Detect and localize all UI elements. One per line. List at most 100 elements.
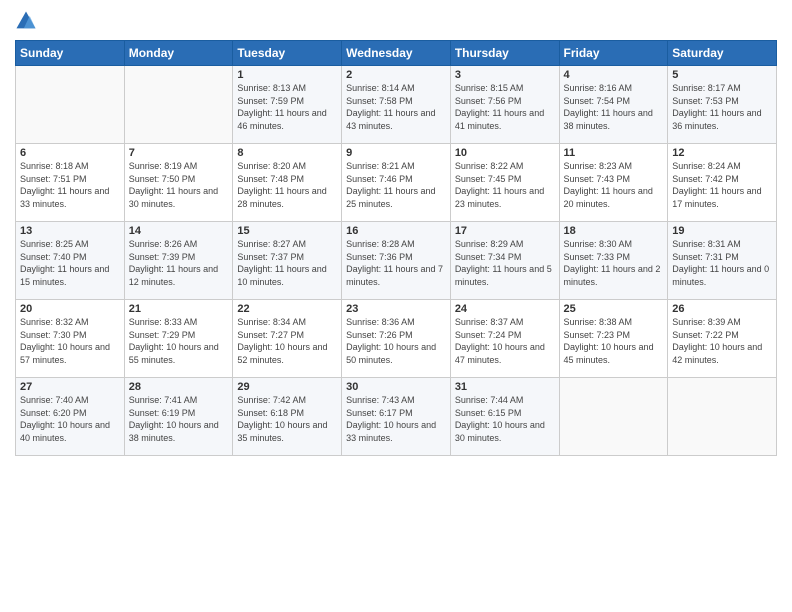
day-number: 29 [237,381,337,393]
day-info: Sunrise: 8:26 AM Sunset: 7:39 PM Dayligh… [129,238,229,288]
day-number: 23 [346,303,446,315]
day-info: Sunrise: 8:30 AM Sunset: 7:33 PM Dayligh… [564,238,664,288]
day-cell: 5Sunrise: 8:17 AM Sunset: 7:53 PM Daylig… [668,66,777,144]
logo-icon [15,10,37,32]
day-number: 2 [346,69,446,81]
day-number: 4 [564,69,664,81]
day-number: 27 [20,381,120,393]
day-cell: 3Sunrise: 8:15 AM Sunset: 7:56 PM Daylig… [450,66,559,144]
day-cell: 22Sunrise: 8:34 AM Sunset: 7:27 PM Dayli… [233,300,342,378]
week-row-1: 1Sunrise: 8:13 AM Sunset: 7:59 PM Daylig… [16,66,777,144]
day-info: Sunrise: 8:14 AM Sunset: 7:58 PM Dayligh… [346,82,446,132]
week-row-5: 27Sunrise: 7:40 AM Sunset: 6:20 PM Dayli… [16,378,777,456]
day-info: Sunrise: 7:40 AM Sunset: 6:20 PM Dayligh… [20,394,120,444]
day-number: 20 [20,303,120,315]
header-row: SundayMondayTuesdayWednesdayThursdayFrid… [16,41,777,66]
day-number: 8 [237,147,337,159]
day-cell: 6Sunrise: 8:18 AM Sunset: 7:51 PM Daylig… [16,144,125,222]
day-info: Sunrise: 8:29 AM Sunset: 7:34 PM Dayligh… [455,238,555,288]
day-info: Sunrise: 8:22 AM Sunset: 7:45 PM Dayligh… [455,160,555,210]
header-cell-friday: Friday [559,41,668,66]
day-number: 5 [672,69,772,81]
week-row-3: 13Sunrise: 8:25 AM Sunset: 7:40 PM Dayli… [16,222,777,300]
day-cell: 17Sunrise: 8:29 AM Sunset: 7:34 PM Dayli… [450,222,559,300]
day-number: 9 [346,147,446,159]
day-number: 26 [672,303,772,315]
day-info: Sunrise: 8:23 AM Sunset: 7:43 PM Dayligh… [564,160,664,210]
header-cell-tuesday: Tuesday [233,41,342,66]
day-cell: 8Sunrise: 8:20 AM Sunset: 7:48 PM Daylig… [233,144,342,222]
day-number: 18 [564,225,664,237]
day-info: Sunrise: 8:39 AM Sunset: 7:22 PM Dayligh… [672,316,772,366]
header-cell-saturday: Saturday [668,41,777,66]
day-cell [668,378,777,456]
day-number: 21 [129,303,229,315]
day-number: 14 [129,225,229,237]
day-cell [124,66,233,144]
day-number: 3 [455,69,555,81]
header [15,10,777,32]
day-cell: 26Sunrise: 8:39 AM Sunset: 7:22 PM Dayli… [668,300,777,378]
day-info: Sunrise: 8:33 AM Sunset: 7:29 PM Dayligh… [129,316,229,366]
day-info: Sunrise: 8:38 AM Sunset: 7:23 PM Dayligh… [564,316,664,366]
day-number: 6 [20,147,120,159]
day-cell: 11Sunrise: 8:23 AM Sunset: 7:43 PM Dayli… [559,144,668,222]
day-info: Sunrise: 7:43 AM Sunset: 6:17 PM Dayligh… [346,394,446,444]
day-info: Sunrise: 8:17 AM Sunset: 7:53 PM Dayligh… [672,82,772,132]
day-info: Sunrise: 8:13 AM Sunset: 7:59 PM Dayligh… [237,82,337,132]
day-cell [559,378,668,456]
day-info: Sunrise: 8:24 AM Sunset: 7:42 PM Dayligh… [672,160,772,210]
day-number: 7 [129,147,229,159]
header-cell-wednesday: Wednesday [342,41,451,66]
day-info: Sunrise: 8:15 AM Sunset: 7:56 PM Dayligh… [455,82,555,132]
day-number: 31 [455,381,555,393]
day-cell: 21Sunrise: 8:33 AM Sunset: 7:29 PM Dayli… [124,300,233,378]
day-cell: 20Sunrise: 8:32 AM Sunset: 7:30 PM Dayli… [16,300,125,378]
day-info: Sunrise: 8:27 AM Sunset: 7:37 PM Dayligh… [237,238,337,288]
header-cell-sunday: Sunday [16,41,125,66]
day-cell: 23Sunrise: 8:36 AM Sunset: 7:26 PM Dayli… [342,300,451,378]
day-cell: 1Sunrise: 8:13 AM Sunset: 7:59 PM Daylig… [233,66,342,144]
day-number: 10 [455,147,555,159]
day-cell: 2Sunrise: 8:14 AM Sunset: 7:58 PM Daylig… [342,66,451,144]
header-cell-thursday: Thursday [450,41,559,66]
day-number: 15 [237,225,337,237]
day-cell: 31Sunrise: 7:44 AM Sunset: 6:15 PM Dayli… [450,378,559,456]
day-number: 12 [672,147,772,159]
day-info: Sunrise: 8:18 AM Sunset: 7:51 PM Dayligh… [20,160,120,210]
day-cell: 16Sunrise: 8:28 AM Sunset: 7:36 PM Dayli… [342,222,451,300]
day-cell: 30Sunrise: 7:43 AM Sunset: 6:17 PM Dayli… [342,378,451,456]
day-info: Sunrise: 7:44 AM Sunset: 6:15 PM Dayligh… [455,394,555,444]
day-number: 16 [346,225,446,237]
day-number: 24 [455,303,555,315]
day-cell: 24Sunrise: 8:37 AM Sunset: 7:24 PM Dayli… [450,300,559,378]
logo [15,10,41,32]
day-info: Sunrise: 7:41 AM Sunset: 6:19 PM Dayligh… [129,394,229,444]
day-info: Sunrise: 8:34 AM Sunset: 7:27 PM Dayligh… [237,316,337,366]
day-info: Sunrise: 8:31 AM Sunset: 7:31 PM Dayligh… [672,238,772,288]
day-cell: 12Sunrise: 8:24 AM Sunset: 7:42 PM Dayli… [668,144,777,222]
day-number: 17 [455,225,555,237]
day-info: Sunrise: 8:32 AM Sunset: 7:30 PM Dayligh… [20,316,120,366]
day-cell: 4Sunrise: 8:16 AM Sunset: 7:54 PM Daylig… [559,66,668,144]
day-cell: 27Sunrise: 7:40 AM Sunset: 6:20 PM Dayli… [16,378,125,456]
day-number: 22 [237,303,337,315]
day-number: 13 [20,225,120,237]
day-cell [16,66,125,144]
day-number: 11 [564,147,664,159]
day-number: 28 [129,381,229,393]
day-number: 1 [237,69,337,81]
day-info: Sunrise: 7:42 AM Sunset: 6:18 PM Dayligh… [237,394,337,444]
day-cell: 13Sunrise: 8:25 AM Sunset: 7:40 PM Dayli… [16,222,125,300]
day-cell: 18Sunrise: 8:30 AM Sunset: 7:33 PM Dayli… [559,222,668,300]
day-cell: 14Sunrise: 8:26 AM Sunset: 7:39 PM Dayli… [124,222,233,300]
week-row-4: 20Sunrise: 8:32 AM Sunset: 7:30 PM Dayli… [16,300,777,378]
day-number: 30 [346,381,446,393]
calendar-table: SundayMondayTuesdayWednesdayThursdayFrid… [15,40,777,456]
day-cell: 10Sunrise: 8:22 AM Sunset: 7:45 PM Dayli… [450,144,559,222]
day-cell: 29Sunrise: 7:42 AM Sunset: 6:18 PM Dayli… [233,378,342,456]
day-info: Sunrise: 8:20 AM Sunset: 7:48 PM Dayligh… [237,160,337,210]
day-cell: 9Sunrise: 8:21 AM Sunset: 7:46 PM Daylig… [342,144,451,222]
day-info: Sunrise: 8:21 AM Sunset: 7:46 PM Dayligh… [346,160,446,210]
day-info: Sunrise: 8:19 AM Sunset: 7:50 PM Dayligh… [129,160,229,210]
